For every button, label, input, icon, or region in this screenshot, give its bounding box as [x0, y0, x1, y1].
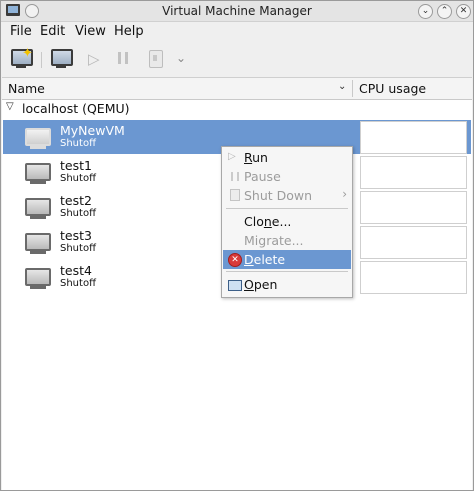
menu-item-pause[interactable]: Pause: [223, 167, 351, 186]
shutdown-icon: [230, 189, 240, 201]
vm-monitor-icon: [25, 128, 51, 149]
menu-view[interactable]: View: [75, 24, 106, 39]
menu-item-shutdown[interactable]: Shut Down ›: [223, 186, 351, 205]
vm-status: Shutoff: [60, 208, 96, 219]
shutdown-button[interactable]: [144, 48, 168, 70]
cpu-usage-graph: [360, 191, 467, 224]
menu-item-delete[interactable]: ✕ Delete: [223, 250, 351, 269]
list-header: Name ⌄ CPU usage: [2, 78, 472, 100]
menu-item-run[interactable]: ▷ Run: [223, 148, 351, 167]
toolbar: ✦ ▷ ⌄: [1, 44, 473, 76]
run-icon: ▷: [228, 151, 236, 162]
maximize-icon[interactable]: ⌃: [437, 4, 452, 19]
host-group-row[interactable]: ▽ localhost (QEMU): [2, 100, 472, 118]
shutdown-menu-button[interactable]: ⌄: [171, 48, 195, 70]
run-icon: ▷: [88, 50, 100, 68]
vm-name: test4: [60, 263, 92, 278]
close-icon[interactable]: ✕: [456, 4, 471, 19]
column-name-header[interactable]: Name: [8, 81, 45, 96]
run-button[interactable]: ▷: [82, 48, 106, 70]
vm-monitor-icon: [25, 233, 51, 254]
pause-button[interactable]: [113, 48, 137, 70]
menu-edit[interactable]: Edit: [40, 24, 65, 39]
cpu-usage-graph: [360, 121, 467, 154]
vm-name: MyNewVM: [60, 123, 125, 138]
pause-icon: [118, 52, 128, 64]
vm-status: Shutoff: [60, 278, 96, 289]
delete-icon: ✕: [228, 253, 242, 267]
star-icon: ✦: [22, 46, 33, 61]
menu-item-migrate[interactable]: Migrate...: [223, 231, 351, 250]
vm-status: Shutoff: [60, 173, 96, 184]
menu-help[interactable]: Help: [114, 24, 144, 39]
vm-monitor-icon: [25, 268, 51, 289]
context-menu: ▷ Run Pause Shut Down › Clone... Migrate…: [221, 146, 353, 298]
sort-chevron-icon[interactable]: ⌄: [338, 81, 346, 92]
open-console-button[interactable]: [50, 48, 74, 70]
toolbar-separator: [41, 52, 42, 68]
menu-file[interactable]: File: [10, 24, 32, 39]
menu-bar: File Edit View Help: [1, 22, 473, 42]
cpu-usage-graph: [360, 261, 467, 294]
vmm-window: Virtual Machine Manager ⌄ ⌃ ✕ File Edit …: [0, 0, 474, 491]
vm-monitor-icon: [25, 163, 51, 184]
menu-item-clone[interactable]: Clone...: [223, 212, 351, 231]
host-label: localhost (QEMU): [22, 101, 130, 116]
expand-triangle-icon[interactable]: ▽: [6, 101, 14, 112]
minimize-icon[interactable]: ⌄: [418, 4, 433, 19]
column-cpu-header[interactable]: CPU usage: [359, 81, 426, 96]
open-console-icon: [51, 49, 73, 66]
vm-name: test1: [60, 158, 92, 173]
menu-item-open[interactable]: Open: [223, 275, 351, 294]
vm-status: Shutoff: [60, 243, 96, 254]
menu-separator: [226, 271, 348, 272]
cpu-usage-graph: [360, 156, 467, 189]
column-separator: [352, 80, 353, 97]
open-console-icon: [228, 280, 242, 291]
new-vm-button[interactable]: ✦: [10, 46, 34, 70]
chevron-down-icon: ⌄: [176, 51, 187, 65]
vm-monitor-icon: [25, 198, 51, 219]
submenu-arrow-icon: ›: [342, 187, 347, 201]
vm-status: Shutoff: [60, 138, 96, 149]
window-title: Virtual Machine Manager: [162, 4, 312, 18]
shutdown-icon: [149, 50, 163, 68]
title-bar: Virtual Machine Manager ⌄ ⌃ ✕: [1, 1, 473, 22]
cpu-usage-graph: [360, 226, 467, 259]
menu-separator: [226, 208, 348, 209]
vm-name: test3: [60, 228, 92, 243]
pause-icon: [231, 172, 239, 181]
vm-name: test2: [60, 193, 92, 208]
